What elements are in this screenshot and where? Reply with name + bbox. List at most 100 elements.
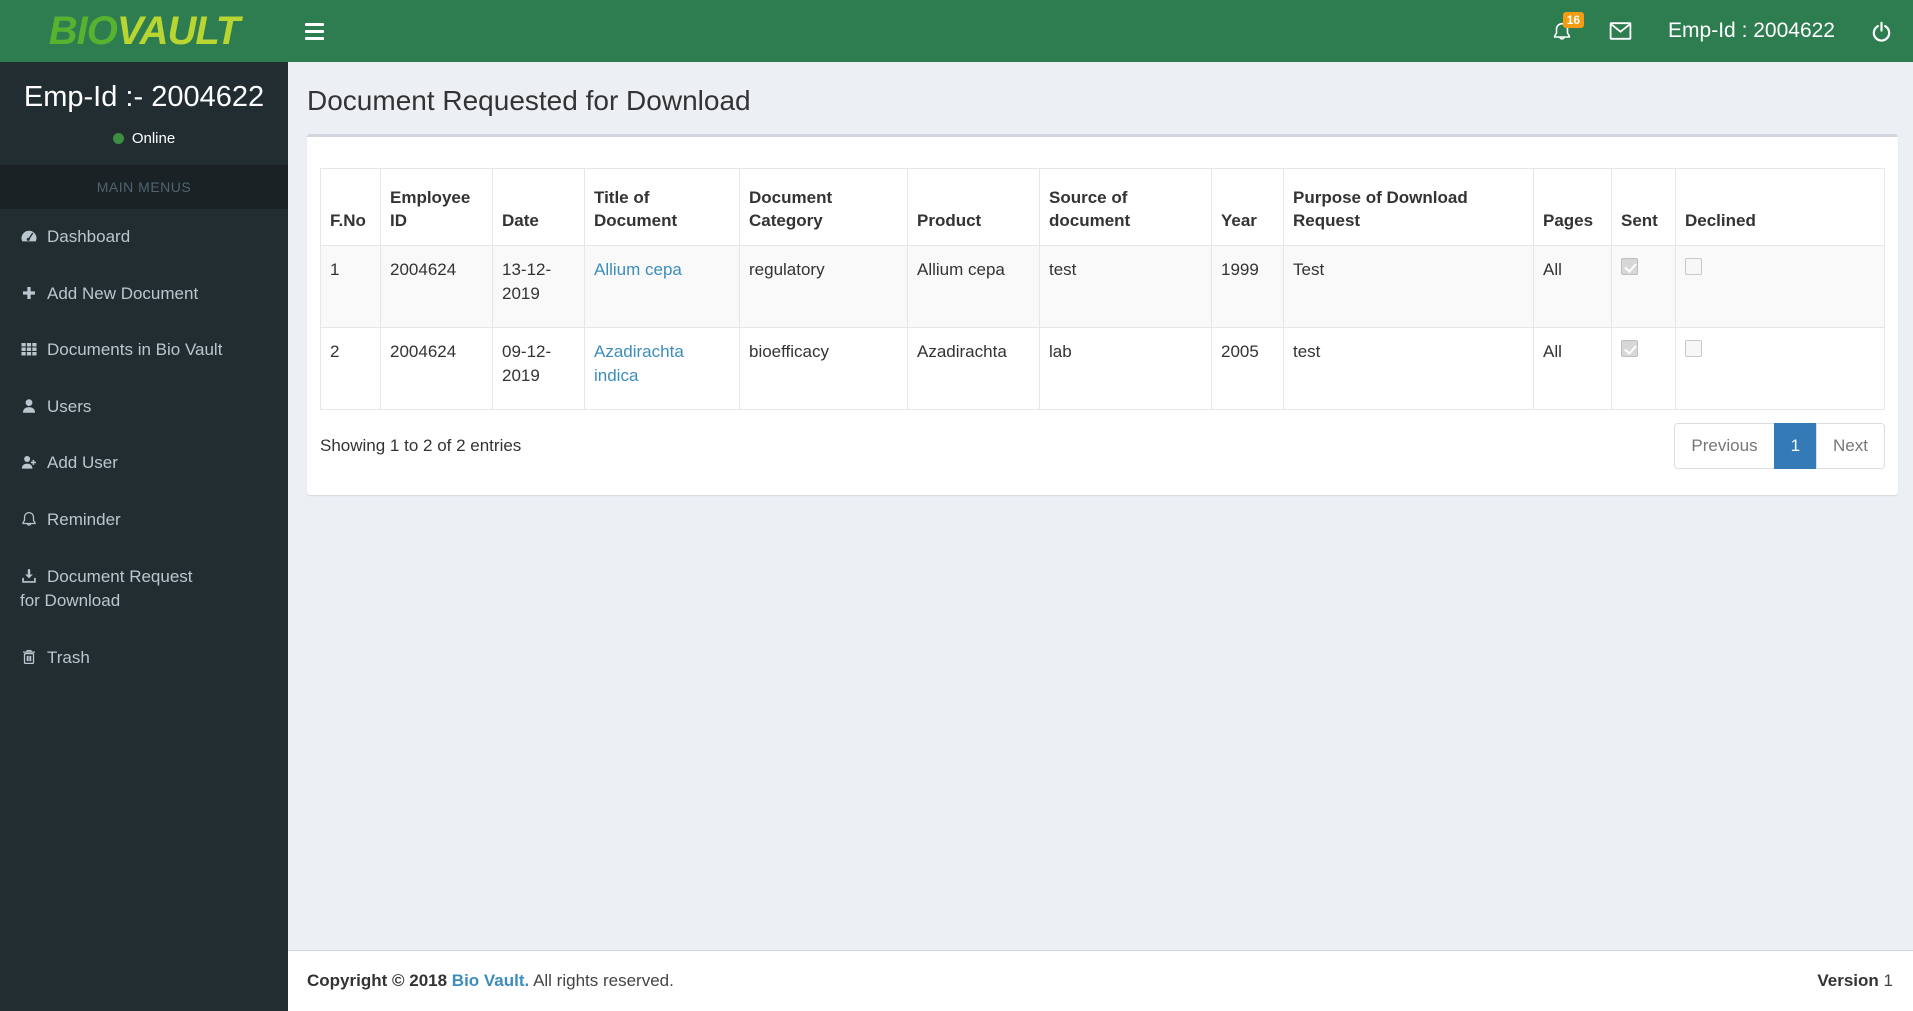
trash-icon: [20, 648, 38, 666]
pagination-previous-button[interactable]: Previous: [1674, 423, 1775, 469]
table-row: 2 2004624 09-12-2019 Azadirachta indica …: [320, 327, 1885, 410]
document-title-link[interactable]: Azadirachta indica: [594, 342, 684, 385]
cell-title: Azadirachta indica: [584, 327, 740, 410]
bio-vault-link[interactable]: Bio Vault.: [452, 971, 529, 990]
navbar-emp-id[interactable]: Emp-Id : 2004622: [1668, 19, 1835, 43]
user-icon: [20, 397, 38, 415]
sent-checkbox[interactable]: [1621, 258, 1638, 275]
cell-fno: 2: [320, 327, 381, 410]
main-content: Document Requested for Download F.No Emp…: [288, 62, 1913, 950]
page-footer: Copyright © 2018 Bio Vault. All rights r…: [288, 950, 1913, 1011]
column-header-category[interactable]: Document Category: [739, 168, 908, 246]
notifications-button[interactable]: 16: [1551, 11, 1585, 43]
column-header-declined[interactable]: Declined: [1675, 168, 1885, 246]
bell-icon: [20, 510, 38, 528]
pagination-page-1-button[interactable]: 1: [1773, 423, 1818, 469]
sidebar-item-label: Add User: [47, 453, 118, 473]
download-icon: [20, 567, 38, 585]
cell-employee-id: 2004624: [380, 327, 493, 410]
sidebar-item-label: Users: [47, 396, 92, 416]
cell-date: 09-12-2019: [492, 327, 585, 410]
column-header-source[interactable]: Source of document: [1039, 168, 1212, 246]
sidebar-item-label: Dashboard: [47, 226, 131, 246]
cell-source: test: [1039, 245, 1212, 328]
column-header-date[interactable]: Date: [492, 168, 585, 246]
sidebar-user-status: Online: [10, 130, 278, 147]
cell-declined: [1675, 245, 1885, 328]
cell-pages: All: [1533, 245, 1612, 328]
hamburger-icon: [305, 29, 324, 33]
cell-declined: [1675, 327, 1885, 410]
sidebar-item-document-request-for-download[interactable]: Document Request for Download: [0, 549, 288, 630]
sidebar-toggle-button[interactable]: [305, 9, 349, 53]
power-icon: [1872, 21, 1891, 42]
column-header-employee-id[interactable]: Employee ID: [380, 168, 493, 246]
sidebar-item-trash[interactable]: Trash: [0, 630, 288, 687]
sidebar-item-label: Documents in Bio Vault: [47, 340, 223, 360]
column-header-sent[interactable]: Sent: [1611, 168, 1676, 246]
brand-logo-text: BIOVAULT: [49, 9, 241, 53]
cell-date: 13-12-2019: [492, 245, 585, 328]
pagination-next-button[interactable]: Next: [1816, 423, 1885, 469]
cell-product: Allium cepa: [907, 245, 1040, 328]
user-plus-icon: [20, 453, 38, 471]
cell-category: bioefficacy: [739, 327, 908, 410]
cell-employee-id: 2004624: [380, 245, 493, 328]
page-body: Emp-Id :- 2004622 Online MAIN MENUS Dash…: [0, 62, 1913, 1011]
cell-year: 1999: [1211, 245, 1284, 328]
entries-summary: Showing 1 to 2 of 2 entries: [320, 435, 522, 455]
cell-sent: [1611, 327, 1676, 410]
declined-checkbox[interactable]: [1685, 258, 1702, 275]
app-window: BIOVAULT 16 Emp-Id: 2004622 Emp-Id:- 2…: [0, 0, 1913, 1011]
cell-sent: [1611, 245, 1676, 328]
cell-source: lab: [1039, 327, 1212, 410]
sidebar-item-label: Reminder: [47, 510, 121, 530]
dashboard-icon: [20, 227, 38, 245]
sent-checkbox[interactable]: [1621, 340, 1638, 357]
column-header-fno[interactable]: F.No: [320, 168, 381, 246]
cell-purpose: test: [1283, 327, 1534, 410]
brand-logo[interactable]: BIOVAULT: [0, 0, 288, 62]
requests-table: F.No Employee ID Date Title of Document …: [320, 168, 1885, 410]
sidebar-item-users[interactable]: Users: [0, 379, 288, 436]
sidebar-menu: Dashboard Add New Document Documents in …: [0, 209, 288, 687]
declined-checkbox[interactable]: [1685, 340, 1702, 357]
cell-pages: All: [1533, 327, 1612, 410]
rights-text: All rights reserved.: [533, 971, 674, 990]
column-header-pages[interactable]: Pages: [1533, 168, 1612, 246]
online-status-label: Online: [131, 129, 176, 147]
plus-icon: [20, 284, 38, 302]
content-wrapper: Document Requested for Download F.No Emp…: [288, 62, 1913, 1011]
brand-logo-vault: VAULT: [116, 9, 240, 53]
cell-category: regulatory: [739, 245, 908, 328]
table-footer: Showing 1 to 2 of 2 entries Previous 1 N…: [320, 423, 1885, 469]
messages-button[interactable]: [1608, 20, 1633, 42]
sidebar-user-panel: Emp-Id :- 2004622 Online: [0, 62, 288, 165]
sidebar-item-documents-in-bio-vault[interactable]: Documents in Bio Vault: [0, 322, 288, 379]
hamburger-icon: [305, 22, 324, 26]
hamburger-icon: [305, 36, 324, 40]
cell-product: Azadirachta: [907, 327, 1040, 410]
logout-button[interactable]: [1870, 20, 1893, 43]
sidebar-item-add-new-document[interactable]: Add New Document: [0, 266, 288, 323]
navbar-right-group: 16 Emp-Id : 2004622: [1551, 11, 1913, 43]
cell-title: Allium cepa: [584, 245, 740, 328]
table-header-row: F.No Employee ID Date Title of Document …: [320, 168, 1885, 246]
column-header-title[interactable]: Title of Document: [584, 168, 740, 246]
sidebar-emp-id: Emp-Id :- 2004622: [23, 81, 265, 113]
sidebar-item-add-user[interactable]: Add User: [0, 435, 288, 492]
column-header-product[interactable]: Product: [907, 168, 1040, 246]
column-header-purpose[interactable]: Purpose of Download Request: [1283, 168, 1534, 246]
notification-count-badge: 16: [1562, 11, 1585, 28]
document-title-link[interactable]: Allium cepa: [594, 260, 682, 279]
sidebar-item-dashboard[interactable]: Dashboard: [0, 209, 288, 266]
sidebar-item-label: Add New Document: [47, 283, 199, 303]
sidebar-item-label: Document Request for Download: [20, 566, 193, 611]
top-navbar: BIOVAULT 16 Emp-Id: 2004622: [0, 0, 1913, 62]
cell-fno: 1: [320, 245, 381, 328]
sidebar-item-reminder[interactable]: Reminder: [0, 492, 288, 549]
cell-year: 2005: [1211, 327, 1284, 410]
column-header-year[interactable]: Year: [1211, 168, 1284, 246]
copyright-prefix: Copyright © 2018: [307, 971, 448, 990]
sidebar-section-header: MAIN MENUS: [0, 164, 288, 209]
